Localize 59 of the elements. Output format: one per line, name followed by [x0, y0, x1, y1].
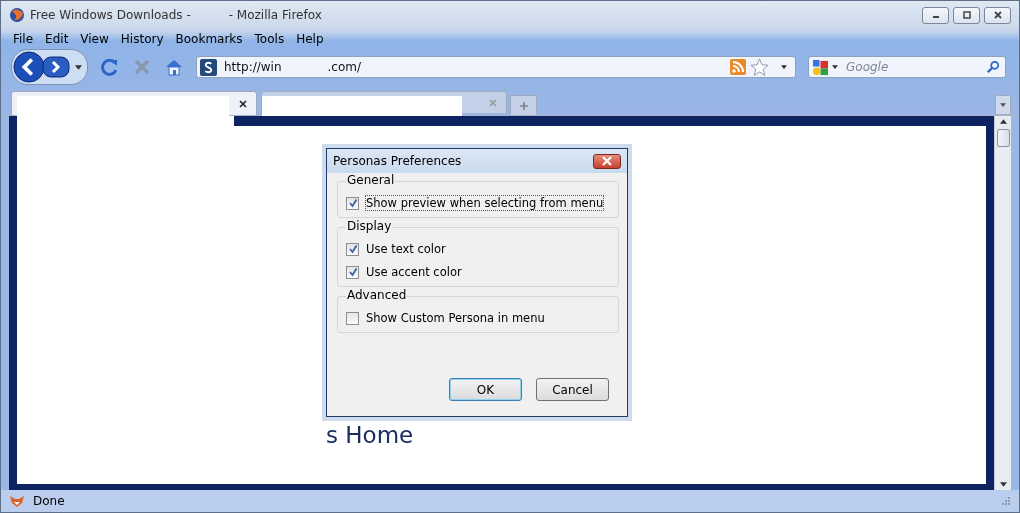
- plus-icon: [518, 100, 529, 111]
- menu-item[interactable]: View: [74, 32, 115, 46]
- close-icon: [601, 156, 613, 166]
- checkbox[interactable]: [346, 242, 359, 256]
- dialog-title: Personas Preferences: [333, 154, 462, 168]
- dropdown-caret-icon[interactable]: [832, 65, 838, 69]
- scrollbar[interactable]: [994, 116, 1011, 490]
- checkbox[interactable]: [346, 311, 359, 325]
- group-label: General: [346, 173, 396, 187]
- checkbox-label[interactable]: Show preview when selecting from menu: [365, 195, 605, 211]
- close-button[interactable]: [984, 6, 1011, 24]
- status-text: Done: [33, 494, 65, 508]
- search-field[interactable]: Google: [844, 59, 986, 75]
- search-icon[interactable]: [986, 60, 1000, 74]
- back-button[interactable]: [13, 51, 45, 83]
- maximize-icon: [961, 10, 972, 20]
- checkbox-label[interactable]: Use accent color: [365, 264, 463, 280]
- menu-item[interactable]: Bookmarks: [169, 32, 249, 46]
- search-field[interactable]: Google: [808, 56, 1006, 78]
- scrollbar-thumb[interactable]: [996, 129, 1010, 147]
- checkbox-label[interactable]: Show Custom Persona in menu: [365, 310, 546, 326]
- star-icon[interactable]: [750, 57, 769, 77]
- scroll-up-icon[interactable]: [999, 119, 1007, 124]
- url-text: .com/: [327, 60, 361, 74]
- group-label: Display: [346, 219, 393, 233]
- globe-icon: [9, 7, 25, 23]
- forward-button[interactable]: [42, 56, 70, 78]
- fox-icon: [9, 493, 25, 509]
- window-title: Free Windows Downloads -: [30, 8, 191, 22]
- rss-icon[interactable]: [730, 59, 746, 75]
- home-icon[interactable]: [164, 57, 184, 77]
- site-icon: [200, 58, 217, 76]
- address-bar[interactable]: http://win .com/: [196, 56, 796, 78]
- reload-icon[interactable]: [100, 57, 120, 77]
- ok-button[interactable]: OK: [449, 378, 522, 401]
- menu-item[interactable]: Tools: [248, 32, 291, 46]
- checkbox[interactable]: [346, 196, 359, 210]
- scroll-down-icon[interactable]: [999, 482, 1007, 487]
- close-icon: [992, 10, 1003, 20]
- dropdown-caret-icon[interactable]: [75, 64, 82, 70]
- group-label: Advanced: [346, 288, 408, 302]
- close-button[interactable]: [593, 153, 621, 169]
- url-text: http://win: [224, 60, 282, 74]
- caret-icon: [1000, 103, 1006, 107]
- menu-item[interactable]: Help: [290, 32, 330, 46]
- menu-item[interactable]: History: [114, 32, 170, 46]
- checkbox-label[interactable]: Use text color: [365, 241, 447, 257]
- checkbox[interactable]: [346, 265, 359, 279]
- close-tab-icon[interactable]: [238, 98, 248, 109]
- menu-item[interactable]: Edit: [39, 32, 75, 46]
- minimize-button[interactable]: [922, 6, 949, 24]
- dropdown-caret-icon[interactable]: [781, 65, 787, 69]
- maximize-button[interactable]: [953, 6, 980, 24]
- search-engine-icon[interactable]: [812, 58, 829, 76]
- menu-item[interactable]: File: [7, 32, 40, 46]
- window-title: - Mozilla Firefox: [228, 8, 322, 22]
- resize-grip-icon[interactable]: [1001, 496, 1011, 506]
- cancel-button[interactable]: Cancel: [536, 378, 609, 401]
- page-heading: s Home: [326, 422, 415, 448]
